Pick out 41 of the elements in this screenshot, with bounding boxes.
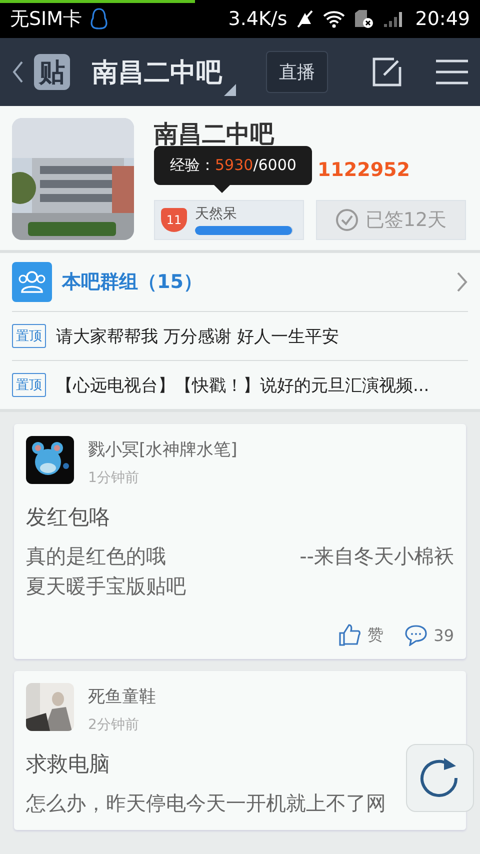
tooltip-arrow bbox=[214, 185, 230, 193]
compose-icon[interactable] bbox=[372, 57, 402, 87]
pinned-post-title[interactable]: 【心远电视台】【快戳！】说好的元旦汇演视频... bbox=[56, 374, 430, 396]
carrier-text: 无SIM卡 bbox=[10, 7, 82, 32]
sim-icon bbox=[353, 9, 376, 29]
chevron-icon bbox=[456, 271, 468, 293]
network-speed: 3.4K/s bbox=[228, 8, 288, 30]
nav-title[interactable]: 南昌二中吧 bbox=[92, 54, 222, 90]
group-icon bbox=[12, 262, 52, 302]
wifi-icon bbox=[323, 10, 346, 28]
post-time: 2分钟前 bbox=[88, 716, 140, 734]
group-link[interactable]: 本吧群组（15） bbox=[62, 269, 446, 295]
post-text: 真的是红色的哦 bbox=[26, 543, 166, 570]
author-name[interactable]: 戮小冥[水神牌水笔] bbox=[88, 438, 238, 461]
member-title: 天然呆 bbox=[195, 205, 238, 223]
comment-button[interactable]: 39 bbox=[404, 624, 454, 646]
post-time: 1分钟前 bbox=[88, 469, 140, 487]
post-title: 求救电脑 bbox=[26, 751, 111, 778]
live-button[interactable]: 直播 bbox=[266, 51, 328, 93]
clock-text: 20:49 bbox=[415, 8, 470, 30]
pinned-tag: 置顶 bbox=[12, 324, 46, 348]
back-icon[interactable] bbox=[12, 60, 24, 84]
post-card[interactable]: 戮小冥[水神牌水笔] 1分钟前 发红包咯 真的是红色的哦 --来自冬天小棉袄 夏天暖手宝版贴吧 赞 39 bbox=[14, 424, 466, 659]
post-text: 夏天暖手宝版贴吧 bbox=[26, 573, 186, 600]
member-level-panel[interactable]: 11 天然呆 bbox=[154, 200, 304, 240]
check-circle-icon bbox=[335, 208, 360, 232]
author-name[interactable]: 死鱼童鞋 bbox=[88, 685, 156, 708]
post-title: 发红包咯 bbox=[26, 504, 111, 531]
menu-icon[interactable] bbox=[436, 59, 468, 85]
posts-count: 1122952 bbox=[317, 159, 410, 181]
forum-logo: 贴 bbox=[34, 54, 70, 90]
level-badge: 11 bbox=[161, 208, 187, 232]
post-text: 怎么办，昨天停电今天一开机就上不了网 bbox=[26, 790, 386, 817]
mute-icon bbox=[295, 9, 316, 29]
dropdown-icon[interactable] bbox=[224, 84, 236, 96]
pinned-post-title[interactable]: 请大家帮帮我 万分感谢 好人一生平安 bbox=[56, 324, 339, 348]
post-card[interactable]: 死鱼童鞋 2分钟前 求救电脑 怎么办，昨天停电今天一开机就上不了网 bbox=[14, 671, 466, 830]
refresh-button[interactable] bbox=[406, 744, 474, 812]
like-button[interactable]: 赞 bbox=[338, 623, 384, 647]
pinned-tag: 置顶 bbox=[12, 373, 46, 397]
post-signature: --来自冬天小棉袄 bbox=[300, 543, 454, 570]
